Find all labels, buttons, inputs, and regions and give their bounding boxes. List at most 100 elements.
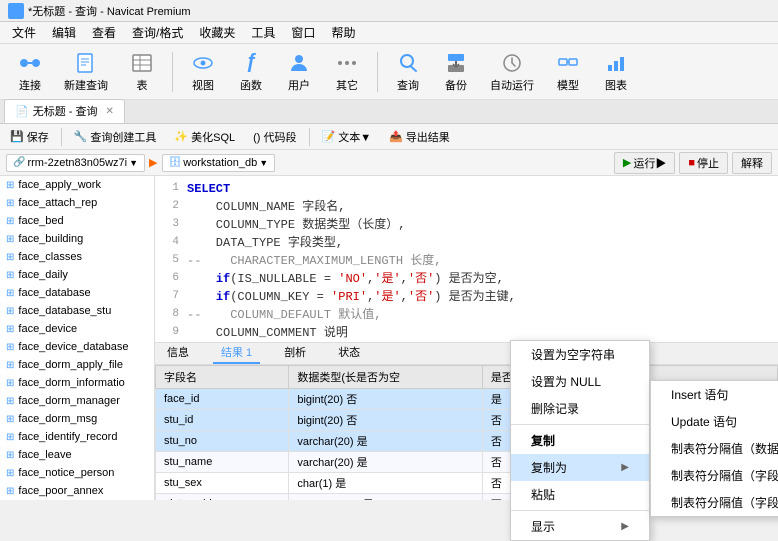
table-small-icon: ⊞ — [6, 198, 14, 209]
toolbar-sep-1 — [172, 52, 173, 92]
connection-name: rrm-2zetn83n05wz7i — [27, 157, 127, 169]
table-cell: char(1) 是 — [289, 472, 483, 493]
sidebar-item-face-dorm-manager[interactable]: ⊞ face_dorm_manager — [0, 392, 154, 410]
new-query-icon — [74, 51, 98, 75]
toolbar-autorun[interactable]: 自动运行 — [482, 47, 542, 97]
cm-copy[interactable]: 复制 — [511, 427, 649, 454]
sidebar-item-face-identify[interactable]: ⊞ face_identify_record — [0, 428, 154, 446]
sql-line-3: 3 COLUMN_TYPE 数据类型（长度）, — [159, 216, 774, 234]
sub-tab-both[interactable]: 制表符分隔值（字段名和数据） — [651, 489, 778, 516]
run-icon: ▶ — [623, 156, 631, 169]
sql-line-8: 8 -- COLUMN_DEFAULT 默认值, — [159, 306, 774, 324]
cm-copy-as[interactable]: 复制为 ▶ — [511, 454, 649, 481]
explain-button[interactable]: 解释 — [732, 152, 772, 174]
toolbar-chart-label: 图表 — [605, 77, 627, 93]
toolbar-view[interactable]: 视图 — [181, 47, 225, 97]
cm-set-null[interactable]: 设置为 NULL — [511, 368, 649, 395]
database-dropdown-icon: ▼ — [259, 158, 268, 168]
function-icon: ƒ — [239, 51, 263, 75]
view-icon — [191, 51, 215, 75]
toolbar-other[interactable]: 其它 — [325, 47, 369, 97]
submenu-display-arrow: ▶ — [621, 521, 629, 532]
menu-view[interactable]: 查看 — [84, 22, 124, 43]
menu-help[interactable]: 帮助 — [323, 22, 363, 43]
sub-tab-data[interactable]: 制表符分隔值（数据） — [651, 435, 778, 462]
menu-query[interactable]: 查询/格式 — [124, 22, 191, 43]
sidebar-item-face-dorm-msg[interactable]: ⊞ face_dorm_msg — [0, 410, 154, 428]
cm-paste[interactable]: 粘贴 — [511, 481, 649, 508]
export-result-button[interactable]: 📤 导出结果 — [383, 127, 456, 147]
menu-window[interactable]: 窗口 — [283, 22, 323, 43]
run-button[interactable]: ▶ 运行▶ — [614, 152, 675, 174]
cm-display[interactable]: 显示 ▶ — [511, 513, 649, 540]
menu-edit[interactable]: 编辑 — [44, 22, 84, 43]
tab-label: 无标题 - 查询 — [33, 103, 98, 119]
toolbar-backup[interactable]: 备份 — [434, 47, 478, 97]
sql-editor[interactable]: 1 SELECT 2 COLUMN_NAME 字段名, 3 COLUMN_TYP… — [155, 176, 778, 343]
toolbar-table[interactable]: 表 — [120, 47, 164, 97]
save-button[interactable]: 💾 保存 — [4, 127, 55, 147]
sidebar-item-face-dorm-info[interactable]: ⊞ face_dorm_informatio — [0, 374, 154, 392]
sidebar-item-face-device-db[interactable]: ⊞ face_device_database — [0, 338, 154, 356]
sidebar-item-face-dorm-apply[interactable]: ⊞ face_dorm_apply_file — [0, 356, 154, 374]
query-builder-button[interactable]: 🔧 查询创建工具 — [68, 127, 163, 147]
tab-bar: 📄 无标题 - 查询 ✕ — [0, 100, 778, 124]
sidebar-item-face-database[interactable]: ⊞ face_database — [0, 284, 154, 302]
table-small-icon: ⊞ — [6, 396, 14, 407]
sub-insert-stmt[interactable]: Insert 语句 — [651, 381, 778, 408]
tab-close-icon[interactable]: ✕ — [105, 106, 113, 117]
sidebar-item-face-poor-annex[interactable]: ⊞ face_poor_annex — [0, 482, 154, 500]
cm-set-empty-string[interactable]: 设置为空字符串 — [511, 341, 649, 368]
tab-result1[interactable]: 结果 1 — [213, 343, 260, 365]
sidebar-item-face-apply-work[interactable]: ⊞ face_apply_work — [0, 176, 154, 194]
save-icon: 💾 — [10, 130, 24, 143]
tab-info[interactable]: 信息 — [159, 343, 197, 365]
menu-favorites[interactable]: 收藏夹 — [191, 22, 243, 43]
sidebar-item-face-device[interactable]: ⊞ face_device — [0, 320, 154, 338]
toolbar-model[interactable]: 模型 — [546, 47, 590, 97]
toolbar-query[interactable]: 查询 — [386, 47, 430, 97]
stop-button[interactable]: ■ 停止 — [679, 152, 728, 174]
table-cell: varchar(100) 是 — [289, 493, 483, 500]
toolbar-connect[interactable]: 连接 — [8, 47, 52, 97]
autorun-icon — [500, 51, 524, 75]
toolbar-sep-2 — [377, 52, 378, 92]
text-mode-button[interactable]: 📝 文本▼ — [316, 127, 378, 147]
sidebar-item-face-database-stu[interactable]: ⊞ face_database_stu — [0, 302, 154, 320]
table-small-icon: ⊞ — [6, 216, 14, 227]
query-tab[interactable]: 📄 无标题 - 查询 ✕ — [4, 99, 125, 123]
sidebar-item-face-notice[interactable]: ⊞ face_notice_person — [0, 464, 154, 482]
cm-sep-1 — [511, 424, 649, 425]
code-block-button[interactable]: () 代码段 — [247, 127, 302, 147]
toolbar-chart[interactable]: 图表 — [594, 47, 638, 97]
sidebar-item-face-attach-rep[interactable]: ⊞ face_attach_rep — [0, 194, 154, 212]
toolbar-function[interactable]: ƒ 函数 — [229, 47, 273, 97]
beautify-sql-button[interactable]: ✨ 美化SQL — [168, 127, 241, 147]
toolbar-user[interactable]: 用户 — [277, 47, 321, 97]
sidebar-item-face-bed[interactable]: ⊞ face_bed — [0, 212, 154, 230]
other-icon — [335, 51, 359, 75]
toolbar-user-label: 用户 — [288, 77, 310, 93]
sidebar-item-face-building[interactable]: ⊞ face_building — [0, 230, 154, 248]
sidebar-item-face-daily[interactable]: ⊞ face_daily — [0, 266, 154, 284]
tab-profiling[interactable]: 剖析 — [276, 343, 314, 365]
sql-line-1: 1 SELECT — [159, 180, 774, 198]
sidebar-item-face-classes[interactable]: ⊞ face_classes — [0, 248, 154, 266]
database-selector[interactable]: 🗄 workstation_db ▼ — [162, 154, 276, 172]
table-small-icon: ⊞ — [6, 342, 14, 353]
sub-tab-fields[interactable]: 制表符分隔值（字段名） — [651, 462, 778, 489]
toolbar-function-label: 函数 — [240, 77, 262, 93]
sql-line-6: 6 if(IS_NULLABLE = 'NO','是','否') 是否为空, — [159, 270, 774, 288]
menu-file[interactable]: 文件 — [4, 22, 44, 43]
toolbar-new-query[interactable]: 新建查询 — [56, 47, 116, 97]
menu-tools[interactable]: 工具 — [243, 22, 283, 43]
tab-status[interactable]: 状态 — [330, 343, 368, 365]
connection-selector[interactable]: 🔗 rrm-2zetn83n05wz7i ▼ — [6, 154, 145, 172]
sub-update-stmt[interactable]: Update 语句 — [651, 408, 778, 435]
sidebar-item-face-leave[interactable]: ⊞ face_leave — [0, 446, 154, 464]
table-small-icon: ⊞ — [6, 378, 14, 389]
sql-line-4: 4 DATA_TYPE 字段类型, — [159, 234, 774, 252]
table-small-icon: ⊞ — [6, 414, 14, 425]
explain-label: 解释 — [741, 155, 763, 171]
cm-delete-record[interactable]: 删除记录 — [511, 395, 649, 422]
